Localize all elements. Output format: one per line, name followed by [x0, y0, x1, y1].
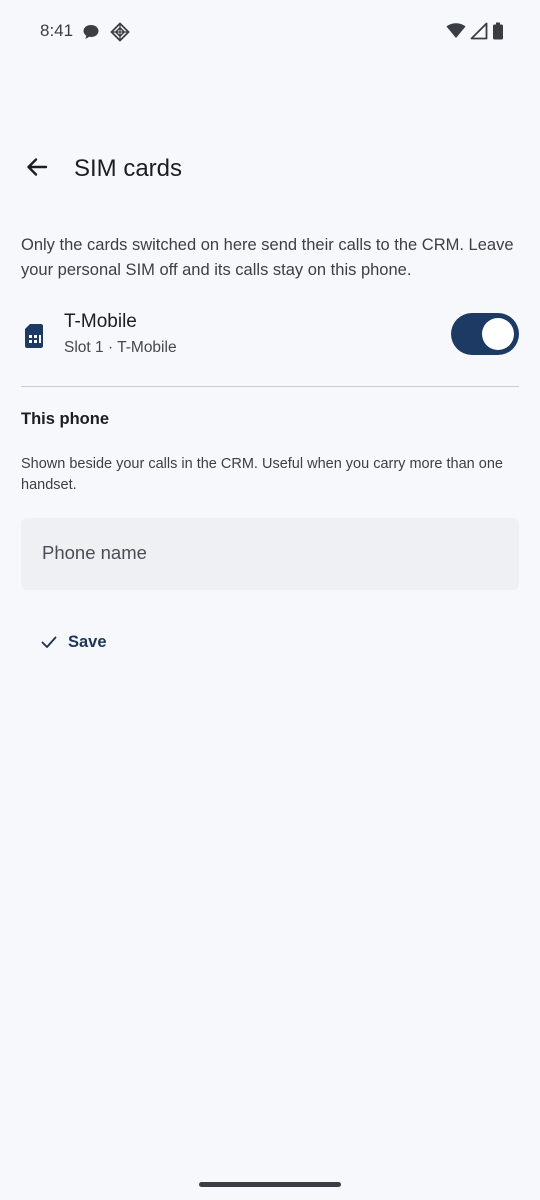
phone-name-placeholder: Phone name	[42, 542, 147, 563]
sim-row-t-mobile[interactable]: T-Mobile Slot 1 · T-Mobile	[0, 305, 540, 367]
save-label: Save	[68, 632, 107, 651]
arrow-back-icon	[24, 154, 50, 185]
phone-name-field[interactable]: Phone name	[21, 518, 519, 590]
battery-icon	[492, 22, 504, 45]
page-title: SIM cards	[74, 155, 183, 182]
section-help-text: Shown beside your calls in the CRM. Usef…	[21, 456, 503, 493]
description-text: Only the cards switched on here send the…	[21, 236, 514, 279]
toggle-knob	[482, 318, 514, 350]
diamond-grid-icon	[110, 22, 130, 47]
app-bar: SIM cards	[0, 140, 540, 200]
save-button[interactable]: Save	[28, 620, 128, 664]
status-right-icons	[446, 22, 504, 45]
status-bar: 8:41	[0, 0, 540, 64]
sim-card-icon	[24, 323, 44, 349]
status-left-icons	[82, 22, 130, 47]
status-time: 8:41	[40, 21, 74, 40]
gesture-nav-handle[interactable]	[199, 1182, 341, 1187]
sim-enabled-toggle[interactable]	[451, 313, 519, 355]
divider	[21, 386, 519, 387]
sim-name: T-Mobile	[64, 311, 137, 332]
cell-signal-icon	[470, 22, 488, 45]
chat-bubble-icon	[82, 23, 100, 46]
wifi-icon	[446, 22, 466, 45]
section-title-this-phone: This phone	[21, 410, 109, 428]
sim-detail: Slot 1 · T-Mobile	[64, 339, 177, 356]
back-button[interactable]	[16, 148, 58, 190]
check-icon	[40, 632, 60, 652]
